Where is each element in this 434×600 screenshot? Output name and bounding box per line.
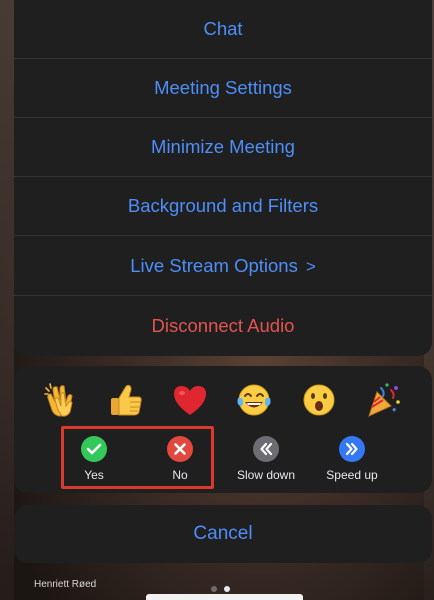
menu-item-chat[interactable]: Chat xyxy=(14,0,432,59)
menu-item-label: Meeting Settings xyxy=(154,77,292,98)
face-with-tears-of-joy-icon[interactable] xyxy=(232,378,276,422)
more-options-menu: Chat Meeting Settings Minimize Meeting B… xyxy=(14,0,432,356)
menu-item-label: Background and Filters xyxy=(127,195,319,216)
reactions-panel: Yes No Slow down Speed up xyxy=(14,366,432,493)
menu-item-label: Chat xyxy=(203,18,243,39)
red-heart-icon[interactable] xyxy=(168,378,212,422)
feedback-slow-down-button[interactable]: Slow down xyxy=(226,436,306,486)
background-edge-left xyxy=(0,0,14,600)
menu-item-label: Disconnect Audio xyxy=(151,314,295,336)
feedback-label: Slow down xyxy=(236,468,296,482)
rewind-icon xyxy=(253,436,279,462)
party-popper-icon[interactable] xyxy=(361,378,405,422)
clapping-hands-icon[interactable] xyxy=(40,378,84,422)
menu-item-disconnect-audio[interactable]: Disconnect Audio xyxy=(14,296,432,355)
feedback-speed-up-button[interactable]: Speed up xyxy=(312,436,392,486)
menu-item-meeting-settings[interactable]: Meeting Settings xyxy=(14,59,432,118)
menu-item-background-filters[interactable]: Background and Filters xyxy=(14,177,432,236)
menu-item-label: Minimize Meeting xyxy=(151,136,295,157)
page-indicator xyxy=(211,586,230,592)
page-dot[interactable] xyxy=(211,586,217,592)
face-with-open-mouth-icon[interactable] xyxy=(297,378,341,422)
page-dot-active[interactable] xyxy=(224,586,230,592)
cancel-label: Cancel xyxy=(193,523,253,544)
menu-item-live-stream-options[interactable]: Live Stream Options > xyxy=(14,237,432,296)
fast-forward-icon xyxy=(339,436,365,462)
chevron-right-icon: > xyxy=(305,256,316,276)
highlight-box xyxy=(61,426,214,489)
feedback-label: Speed up xyxy=(326,468,378,482)
home-indicator[interactable] xyxy=(146,594,303,600)
menu-item-label: Live Stream Options xyxy=(130,255,298,276)
thumbs-up-icon[interactable] xyxy=(104,378,148,422)
cancel-button[interactable]: Cancel xyxy=(14,505,432,563)
menu-item-minimize-meeting[interactable]: Minimize Meeting xyxy=(14,118,432,177)
participant-name: Henriett Røed xyxy=(34,579,97,590)
